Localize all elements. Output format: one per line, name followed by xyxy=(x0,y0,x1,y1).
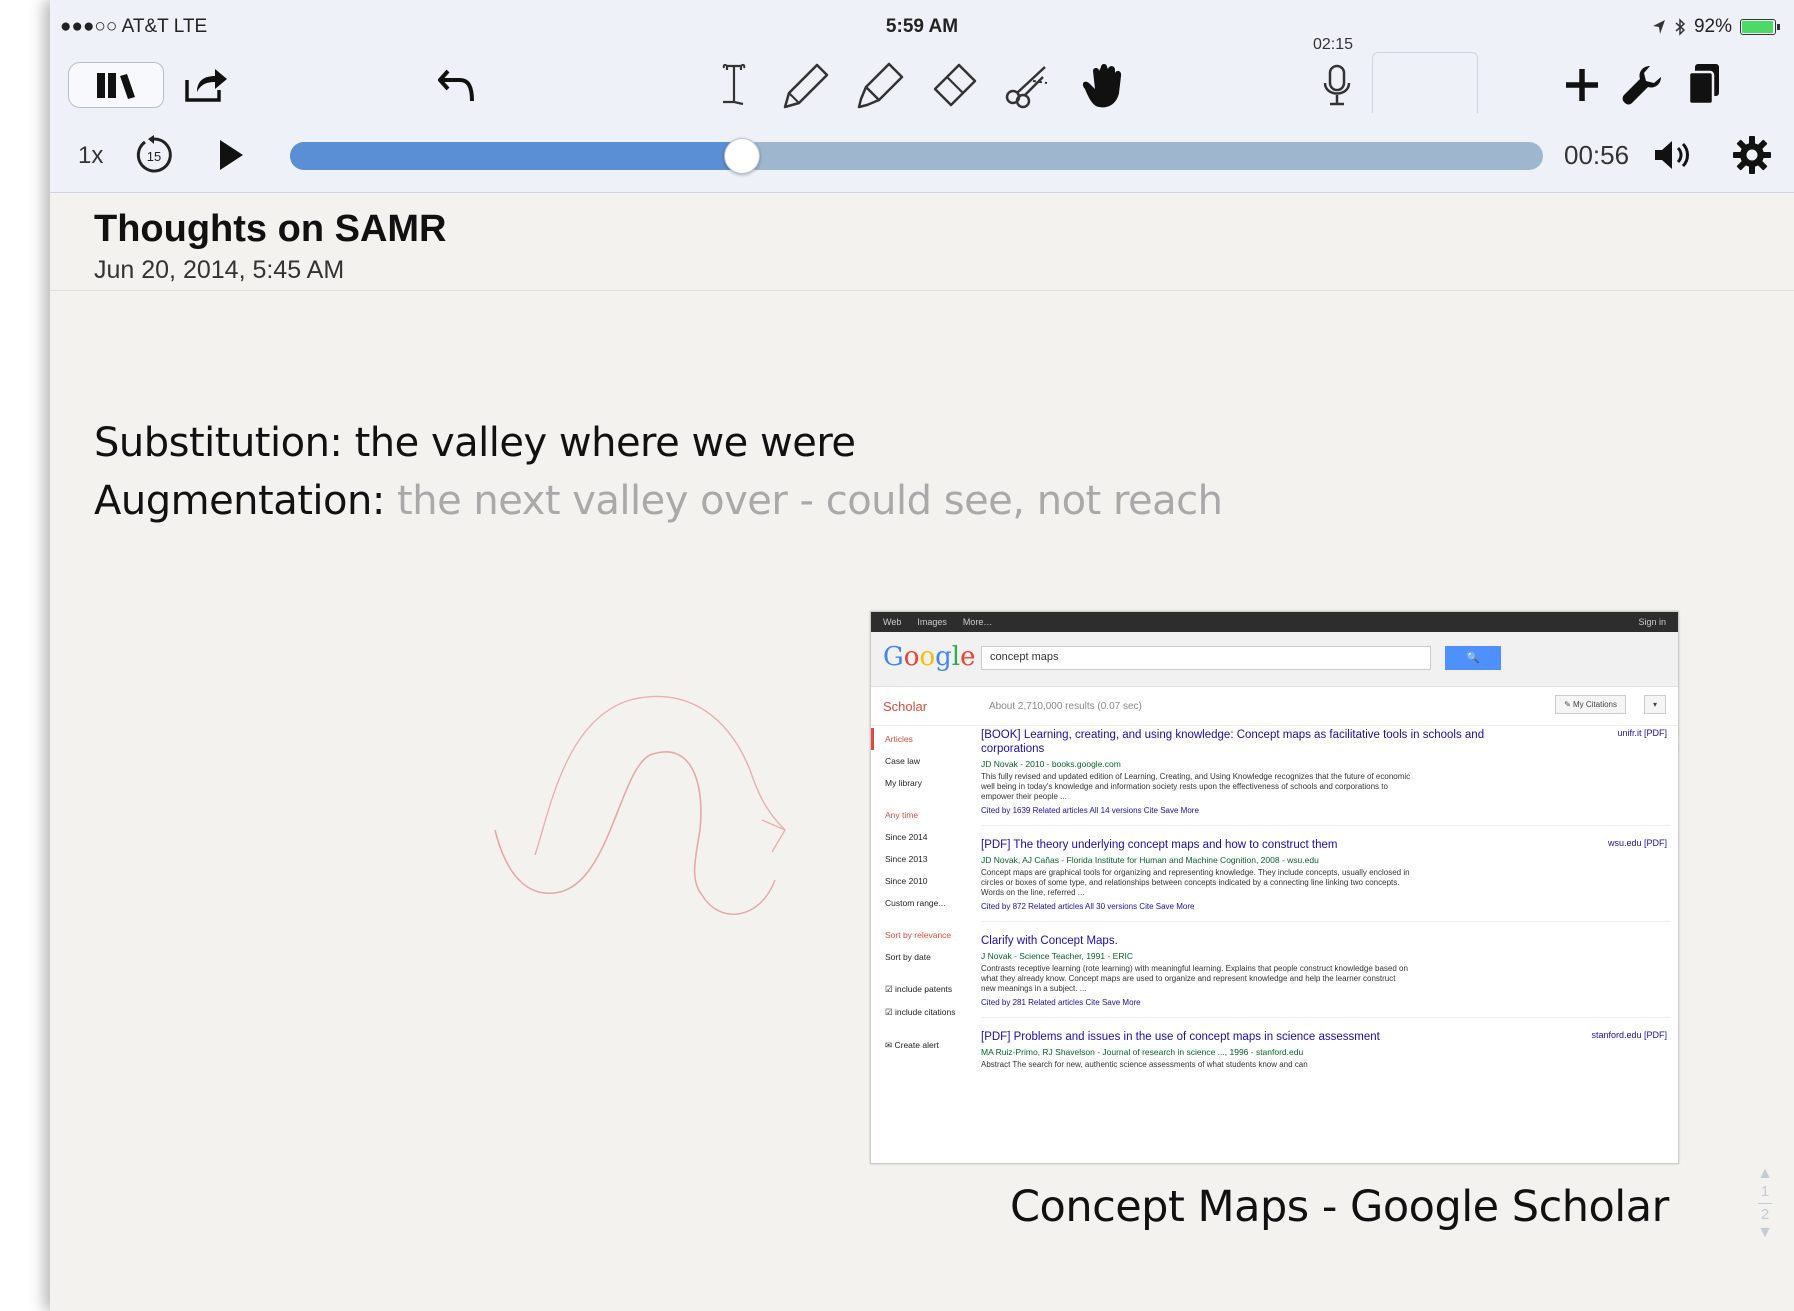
topbar-images: Images xyxy=(917,617,947,627)
google-topbar: Web Images More… Sign in xyxy=(871,612,1678,632)
embedded-screenshot[interactable]: Web Images More… Sign in Google concept … xyxy=(870,611,1679,1164)
sidebar-since-2010: Since 2010 xyxy=(885,876,928,886)
scholar-result: Clarify with Concept Maps. J Novak - Sci… xyxy=(981,934,1671,1018)
sidebar-sort-date: Sort by date xyxy=(885,952,931,962)
result-links: Cited by 281 Related articles Cite Save … xyxy=(981,998,1141,1007)
current-page: 1 xyxy=(1760,1183,1770,1200)
result-snippet: Abstract The search for new, authentic s… xyxy=(981,1060,1308,1069)
topbar-signin: Sign in xyxy=(1638,617,1666,627)
page-up-icon[interactable]: ▲ xyxy=(1750,1165,1780,1183)
sidebar-create-alert: ✉ Create alert xyxy=(885,1040,939,1050)
scholar-result: [PDF] The theory underlying concept maps… xyxy=(981,838,1671,922)
result-title: [PDF] The theory underlying concept maps… xyxy=(981,839,1338,851)
scholar-label: Scholar xyxy=(883,699,928,714)
topbar-web: Web xyxy=(883,617,902,627)
scholar-search-button: 🔍 xyxy=(1445,646,1501,670)
results-count: About 2,710,000 results (0.07 sec) xyxy=(989,701,1142,712)
page-down-icon[interactable]: ▼ xyxy=(1750,1224,1780,1242)
page-divider xyxy=(1758,1203,1772,1204)
result-snippet: Concept maps are graphical tools for org… xyxy=(981,868,1410,897)
scholar-search-input: concept maps xyxy=(981,646,1431,670)
scholar-results: [BOOK] Learning, creating, and using kno… xyxy=(981,728,1671,1092)
result-title: Clarify with Concept Maps. xyxy=(981,935,1118,947)
scholar-subheader: Scholar About 2,710,000 results (0.07 se… xyxy=(871,687,1678,726)
result-authors: J Novak - Science Teacher, 1991 - ERIC xyxy=(981,951,1133,961)
sidebar-my-library: My library xyxy=(885,778,922,788)
result-source: unifr.it [PDF] xyxy=(1617,728,1667,738)
result-title: [PDF] Problems and issues in the use of … xyxy=(981,1031,1380,1043)
more-dropdown: ▾ xyxy=(1643,695,1666,714)
result-links: Cited by 1639 Related articles All 14 ve… xyxy=(981,806,1199,815)
my-citations: ✎ My Citations xyxy=(1555,695,1626,714)
sidebar-include-patents: ☑ include patents xyxy=(885,984,953,994)
result-authors: JD Novak, AJ Cañas - Florida Institute f… xyxy=(981,855,1319,865)
result-title: [BOOK] Learning, creating, and using kno… xyxy=(981,729,1485,755)
result-source: stanford.edu [PDF] xyxy=(1591,1030,1667,1040)
result-source: wsu.edu [PDF] xyxy=(1607,838,1667,848)
result-links: Cited by 872 Related articles All 30 ver… xyxy=(981,902,1195,911)
page-indicator: ▲ 1 2 ▼ xyxy=(1750,1165,1780,1275)
scholar-sidebar: Articles Case law My library Any time Si… xyxy=(871,728,971,1057)
result-snippet: This fully revised and updated edition o… xyxy=(981,772,1411,801)
sidebar-sort-relevance: Sort by relevance xyxy=(885,930,952,940)
result-authors: JD Novak - 2010 - books.google.com xyxy=(981,759,1121,769)
sidebar-since-2013: Since 2013 xyxy=(885,854,928,864)
google-header: Google concept maps 🔍 xyxy=(871,632,1678,687)
topbar-more: More… xyxy=(962,617,993,627)
total-pages: 2 xyxy=(1760,1206,1770,1223)
app-window: ●●●○○ AT&T LTE 5:59 AM 92% 02:15 1x 15 0… xyxy=(50,0,1794,1311)
result-authors: MA Ruiz-Primo, RJ Shavelson - Journal of… xyxy=(981,1047,1304,1057)
sidebar-any-time: Any time xyxy=(885,810,919,820)
sidebar-include-citations: ☑ include citations xyxy=(885,1007,956,1017)
result-snippet: Contrasts receptive learning (rote learn… xyxy=(981,964,1408,993)
sidebar-case-law: Case law xyxy=(885,756,920,766)
sidebar-since-2014: Since 2014 xyxy=(885,832,928,842)
screenshot-caption[interactable]: Concept Maps - Google Scholar xyxy=(1010,1182,1669,1232)
scholar-result: [BOOK] Learning, creating, and using kno… xyxy=(981,728,1671,826)
sidebar-custom-range: Custom range... xyxy=(885,898,946,908)
google-logo: Google xyxy=(883,642,976,672)
scholar-result: [PDF] Problems and issues in the use of … xyxy=(981,1030,1671,1080)
sidebar-articles: Articles xyxy=(871,728,971,750)
